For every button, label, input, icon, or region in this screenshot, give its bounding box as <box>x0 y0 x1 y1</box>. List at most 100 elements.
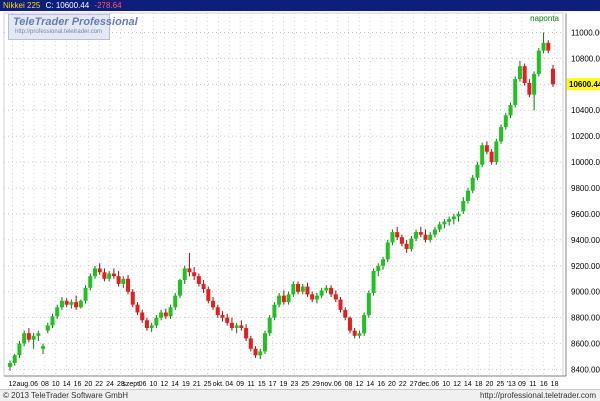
candle-body <box>300 286 305 292</box>
candle-body <box>55 307 60 317</box>
candle-body <box>135 304 140 313</box>
candle-body <box>41 346 46 349</box>
candle-body <box>111 273 116 277</box>
x-tick-label: 14 <box>464 381 472 388</box>
candle-body <box>343 309 348 318</box>
x-tick-label: 12 <box>9 381 17 388</box>
candle-body <box>291 283 296 295</box>
candle-body <box>154 317 159 326</box>
x-tick-label: 14 <box>366 381 374 388</box>
candle-body <box>211 300 216 308</box>
candle-body <box>451 216 456 220</box>
y-tick-label: 10000.00 <box>571 158 600 167</box>
candle-body <box>102 272 107 279</box>
candlestick-chart[interactable]: 8400.00 8600.00 8800.00 9000.00 9200.00 9400.… <box>0 11 600 389</box>
instrument-name: Nikkei 225 <box>3 1 41 10</box>
x-tick-label: 21 <box>193 381 201 388</box>
x-tick-label: 19 <box>280 381 288 388</box>
y-tick-label: 8400.00 <box>571 366 600 375</box>
candle-body <box>8 363 12 367</box>
candle-body <box>428 234 433 240</box>
candle-body <box>399 237 404 244</box>
x-axis: 12 aug. 06 08 10 14 16 20 22 24 28szept.06 10 12 14 19… <box>4 375 566 388</box>
x-tick-label: 14 <box>171 381 179 388</box>
candle-body <box>36 333 41 336</box>
x-tick-label: 04 <box>225 381 233 388</box>
y-tick-label: 9600.00 <box>571 210 600 219</box>
x-tick-label: 16 <box>74 381 82 388</box>
candle-body <box>59 300 64 308</box>
candle-body <box>215 307 220 316</box>
candle-body <box>12 355 17 364</box>
candle-body <box>551 68 555 85</box>
candle-body <box>390 232 395 243</box>
x-tick-label: 09 <box>236 381 244 388</box>
candle-body <box>45 325 50 331</box>
candle-body <box>480 145 485 165</box>
x-tick-label: 20 <box>486 381 494 388</box>
candle-body <box>22 333 27 344</box>
x-tick-label: 14 <box>63 381 71 388</box>
x-tick-label: 17 <box>269 381 277 388</box>
candle-body <box>513 79 518 106</box>
x-tick-label: 23 <box>290 381 298 388</box>
candle-body <box>347 317 352 331</box>
candle-body <box>177 280 182 296</box>
candle-body <box>532 73 537 95</box>
x-tick-label: 22 <box>95 381 103 388</box>
x-tick-label: 18 <box>475 381 483 388</box>
x-tick-label: 15 <box>258 381 266 388</box>
candle-body <box>527 83 532 95</box>
candle-body <box>418 232 423 235</box>
x-tick-label: 10 <box>52 381 60 388</box>
y-tick-label: 9200.00 <box>571 262 600 271</box>
x-tick-label: 12 <box>453 381 461 388</box>
candle-body <box>442 221 447 225</box>
candle-body <box>484 145 489 152</box>
x-tick-label: 20 <box>388 381 396 388</box>
candle-body <box>489 151 494 163</box>
y-tick-label: 9400.00 <box>571 236 600 245</box>
candle-body <box>338 299 343 310</box>
candle-body <box>366 293 371 316</box>
candle-body <box>83 287 88 301</box>
x-tick-label: 06 <box>334 381 342 388</box>
x-tick-label: okt. <box>213 381 224 388</box>
candle-body <box>376 265 381 271</box>
candle-body <box>74 302 79 308</box>
candle-body <box>258 351 263 356</box>
candle-body <box>173 295 178 308</box>
candle-body <box>206 289 211 301</box>
x-tick-label: 24 <box>106 381 114 388</box>
candle-body <box>262 333 267 352</box>
candle-body <box>239 325 244 329</box>
candle-body <box>78 300 83 308</box>
copyright-text: © 2013 TeleTrader Software GmbH <box>3 391 129 400</box>
candle-body <box>244 328 249 339</box>
price-change: -278.64 <box>94 1 122 10</box>
candle-body <box>248 338 253 349</box>
x-tick-label: 25 <box>301 381 309 388</box>
y-tick-label: 10200.00 <box>571 132 600 141</box>
x-tick-label: 08 <box>345 381 353 388</box>
x-tick-label: 25 <box>496 381 504 388</box>
x-tick-label: 06 <box>139 381 147 388</box>
candle-body <box>277 295 282 305</box>
candle-body <box>196 276 201 284</box>
x-tick-label: 18 <box>551 381 559 388</box>
candle-body <box>357 333 362 336</box>
x-tick-label: 08 <box>41 381 49 388</box>
candle-body <box>517 66 522 80</box>
candle-body <box>69 302 74 305</box>
x-tick-label: 19 <box>182 381 190 388</box>
candle-body <box>456 213 461 217</box>
candle-body <box>107 273 112 279</box>
x-tick-label: 16 <box>377 381 385 388</box>
x-tick-label: 10 <box>442 381 450 388</box>
candle-body <box>253 348 258 356</box>
candle-body <box>310 294 315 300</box>
candle-body <box>168 307 173 317</box>
teletrader-logo: TeleTrader Professional http://professio… <box>8 14 138 40</box>
y-tick-label: 8600.00 <box>571 340 600 349</box>
candle-body <box>17 343 22 356</box>
